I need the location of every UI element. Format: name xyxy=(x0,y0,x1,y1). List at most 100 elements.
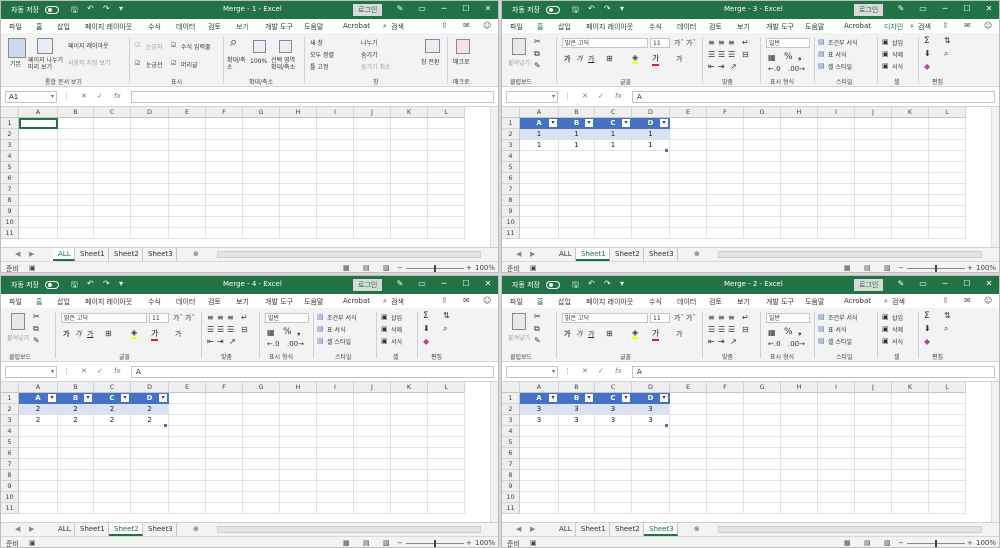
switch-window-icon[interactable] xyxy=(425,39,440,53)
cell-D9[interactable] xyxy=(632,481,670,492)
column-header-C[interactable]: C xyxy=(595,107,632,118)
cell-E10[interactable] xyxy=(169,492,206,503)
cell-B10[interactable] xyxy=(58,492,94,503)
column-header-L[interactable]: L xyxy=(428,107,465,118)
cell-D2[interactable] xyxy=(131,129,169,140)
cell-F8[interactable] xyxy=(206,470,243,481)
cell-F7[interactable] xyxy=(707,184,744,195)
column-header-C[interactable]: C xyxy=(595,382,632,393)
orientation-icon[interactable]: ↗ xyxy=(730,62,737,71)
cell-A4[interactable] xyxy=(520,151,559,162)
format-icon[interactable]: ▣ xyxy=(381,337,388,345)
tab-2[interactable]: 삽입 xyxy=(57,297,70,307)
cell-F6[interactable] xyxy=(206,448,243,459)
formula-input[interactable]: A xyxy=(632,366,995,378)
cell-I3[interactable] xyxy=(317,415,354,426)
cell-F6[interactable] xyxy=(707,173,744,184)
cell-D1[interactable]: D xyxy=(632,393,670,404)
search-icon[interactable]: ⌕ xyxy=(884,297,888,306)
cell-H11[interactable] xyxy=(280,503,317,514)
column-header-J[interactable]: J xyxy=(855,107,892,118)
cell-style-icon[interactable]: ▤ xyxy=(818,62,825,70)
cell-C9[interactable] xyxy=(595,481,632,492)
row-header-4[interactable]: 4 xyxy=(1,426,19,437)
cell-A10[interactable] xyxy=(19,492,58,503)
cell-K5[interactable] xyxy=(892,162,929,173)
clear-icon[interactable]: ◆ xyxy=(423,337,429,346)
cell-G7[interactable] xyxy=(744,459,781,470)
cell-G3[interactable] xyxy=(744,415,781,426)
cell-E8[interactable] xyxy=(169,195,206,206)
cell-L11[interactable] xyxy=(929,503,966,514)
column-header-I[interactable]: I xyxy=(317,382,354,393)
row-header-2[interactable]: 2 xyxy=(1,129,19,140)
column-header-H[interactable]: H xyxy=(781,382,818,393)
cell-H2[interactable] xyxy=(280,129,317,140)
cell-B11[interactable] xyxy=(559,503,595,514)
worksheet-grid[interactable]: ABCDEFGHIJKL1ABCD21111311114567891011 xyxy=(502,107,999,247)
cell-I11[interactable] xyxy=(818,503,855,514)
tab-4[interactable]: 수식 xyxy=(148,22,161,32)
cell-H1[interactable] xyxy=(280,393,317,404)
row-header-3[interactable]: 3 xyxy=(502,415,520,426)
cell-C7[interactable] xyxy=(595,184,632,195)
normal-view-icon[interactable]: ▦ xyxy=(343,264,350,272)
number-format-select[interactable]: 일반 xyxy=(766,38,810,48)
tab-10[interactable]: Acrobat xyxy=(343,297,370,305)
cell-C2[interactable]: 2 xyxy=(94,404,131,415)
share-icon[interactable]: ⇪ xyxy=(942,296,949,305)
cell-A1[interactable]: A xyxy=(520,118,559,129)
bold-button[interactable]: 가 xyxy=(564,54,570,64)
comma-icon[interactable]: ❟ xyxy=(297,327,301,337)
cell-E3[interactable] xyxy=(670,415,707,426)
pen-icon[interactable]: ✎ xyxy=(894,4,908,13)
cell-K4[interactable] xyxy=(391,426,428,437)
cell-D5[interactable] xyxy=(632,437,670,448)
row-header-7[interactable]: 7 xyxy=(1,459,19,470)
cell-E2[interactable] xyxy=(670,129,707,140)
column-header-F[interactable]: F xyxy=(707,107,744,118)
cell-J6[interactable] xyxy=(354,173,391,184)
column-header-L[interactable]: L xyxy=(929,107,966,118)
save-icon[interactable]: 🖫 xyxy=(572,4,579,18)
paste-icon[interactable] xyxy=(512,313,526,330)
cell-C1[interactable]: C xyxy=(94,393,131,404)
cell-L2[interactable] xyxy=(929,404,966,415)
cell-F10[interactable] xyxy=(206,217,243,228)
cell-L9[interactable] xyxy=(929,481,966,492)
name-box[interactable] xyxy=(5,366,57,378)
cell-I4[interactable] xyxy=(317,426,354,437)
login-button[interactable]: 로그인 xyxy=(353,279,383,291)
cell-L4[interactable] xyxy=(428,426,465,437)
cell-I10[interactable] xyxy=(818,217,855,228)
redo-icon[interactable]: ↷ xyxy=(103,279,110,288)
cell-K4[interactable] xyxy=(391,151,428,162)
zoom-in-icon[interactable]: + xyxy=(967,264,973,272)
cell-L9[interactable] xyxy=(428,206,465,217)
tab-6[interactable]: 검토 xyxy=(208,22,221,32)
cell-K2[interactable] xyxy=(391,404,428,415)
cell-style-icon[interactable]: ▤ xyxy=(317,337,324,345)
cell-C6[interactable] xyxy=(595,448,632,459)
cell-I3[interactable] xyxy=(317,140,354,151)
cell-H5[interactable] xyxy=(280,437,317,448)
column-header-K[interactable]: K xyxy=(892,107,929,118)
copy-icon[interactable]: ⧉ xyxy=(534,49,540,59)
cell-D6[interactable] xyxy=(632,173,670,184)
zoom-selection-button[interactable]: 선택 영역 확대/축소 xyxy=(271,57,301,71)
decrease-decimal-icon[interactable]: .00→ xyxy=(788,340,805,348)
cell-style-button[interactable]: 셀 스타일 xyxy=(327,337,351,346)
fill-color-icon[interactable]: ◈ xyxy=(131,328,138,339)
cell-C11[interactable] xyxy=(94,228,131,239)
cell-B10[interactable] xyxy=(559,492,595,503)
cell-F11[interactable] xyxy=(707,228,744,239)
font-grow-icon[interactable]: 가ˆ xyxy=(173,313,183,323)
column-header-E[interactable]: E xyxy=(670,107,707,118)
page-layout-view-icon[interactable]: ▤ xyxy=(363,539,370,547)
conditional-format-icon[interactable]: ▤ xyxy=(317,313,324,321)
cell-C5[interactable] xyxy=(94,162,131,173)
cell-B11[interactable] xyxy=(58,503,94,514)
customize-qat-icon[interactable]: ▾ xyxy=(620,279,624,288)
cell-C5[interactable] xyxy=(595,437,632,448)
cell-G5[interactable] xyxy=(243,437,280,448)
